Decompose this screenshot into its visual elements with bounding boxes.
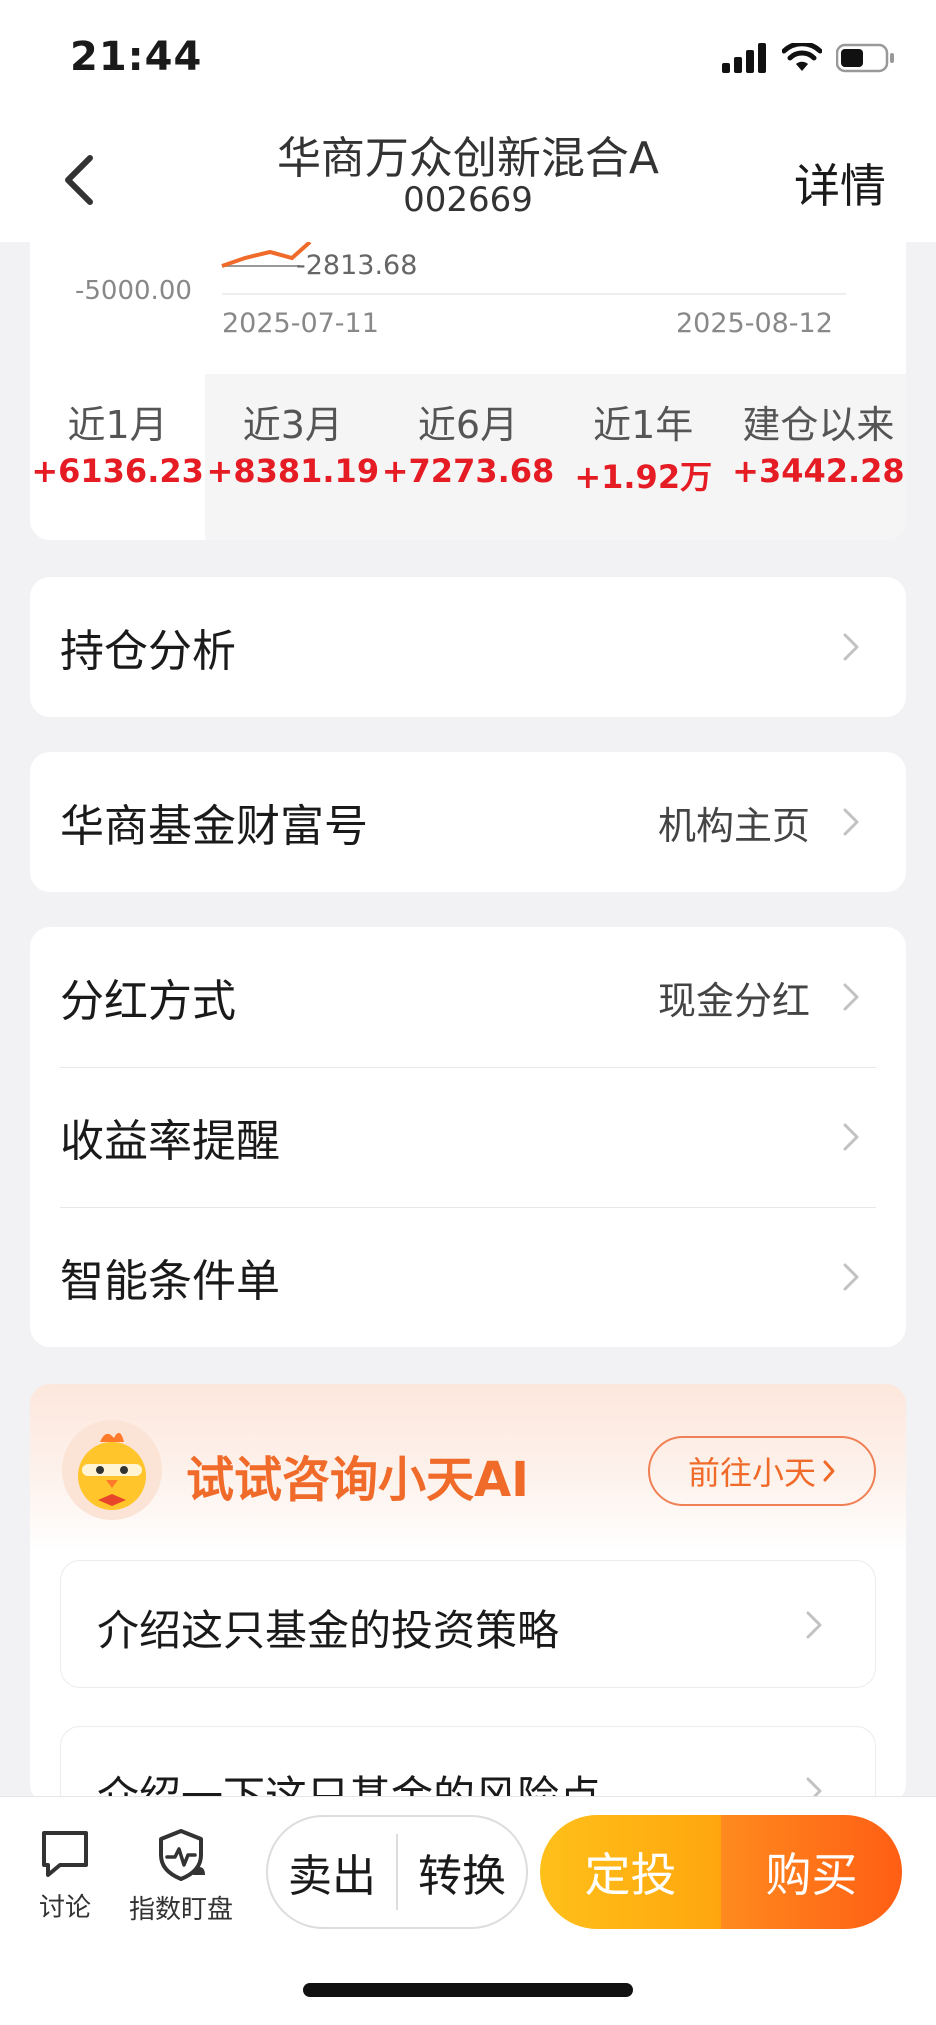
period-label: 近6月: [417, 403, 519, 447]
status-time: 21:44: [70, 34, 203, 80]
smart-order-label: 智能条件单: [60, 1256, 280, 1307]
holdings-analysis-label: 持仓分析: [60, 626, 236, 677]
status-bar: 21:44: [0, 0, 936, 110]
chick-mascot-icon: [78, 1432, 146, 1510]
x-axis-start-date: 2025-07-11: [222, 308, 379, 339]
chevron-right-icon: [843, 808, 859, 836]
period-tab-1y[interactable]: 近1年 +1.92万: [556, 374, 731, 540]
wealth-account-label: 华商基金财富号: [60, 801, 368, 852]
returns-card: -2813.68 -5000.00 2025-07-11 2025-08-12 …: [30, 242, 906, 540]
holdings-card: 持仓分析: [30, 577, 906, 717]
smart-order-row[interactable]: 智能条件单: [30, 1207, 906, 1347]
chevron-right-icon: [806, 1611, 822, 1639]
period-tab-1m[interactable]: 近1月 +6136.23: [30, 374, 206, 540]
period-label: 近3月: [242, 403, 343, 447]
ai-title: 试试咨询小天AI: [186, 1452, 530, 1508]
yield-alert-label: 收益率提醒: [60, 1116, 280, 1167]
go-to-ai-label: 前往小天: [687, 1454, 816, 1492]
x-axis-end-date: 2025-08-12: [676, 308, 833, 339]
period-value: +1.92万: [574, 458, 713, 496]
period-value: +8381.19: [206, 452, 380, 490]
chevron-right-icon: [843, 633, 859, 661]
ai-question-item[interactable]: 介绍一下这只基金的风险点: [60, 1726, 876, 1804]
period-value: +6136.23: [31, 452, 204, 490]
battery-icon: [836, 43, 894, 73]
wifi-icon: [782, 43, 822, 71]
convert-button[interactable]: 转换: [398, 1840, 526, 1904]
buy-button[interactable]: 购买: [721, 1815, 902, 1929]
discuss-button[interactable]: 讨论: [30, 1827, 100, 1924]
period-tabs: 近1月 +6136.23 近3月 +8381.19 近6月 +7273.68 近…: [30, 374, 906, 540]
ai-assistant-card: 试试咨询小天AI 前往小天 介绍这只基金的投资策略 介绍一下这只基金的风险点: [30, 1384, 906, 1804]
invest-buy-group: 定投 购买: [540, 1815, 902, 1929]
chevron-right-icon: [843, 1123, 859, 1151]
yield-alert-row[interactable]: 收益率提醒: [30, 1067, 906, 1207]
ai-question-item[interactable]: 介绍这只基金的投资策略: [60, 1560, 876, 1688]
dividend-method-row[interactable]: 分红方式 现金分红: [30, 927, 906, 1067]
dividend-method-label: 分红方式: [60, 976, 236, 1027]
nav-bar: 华商万众创新混合A 002669 详情: [0, 110, 936, 242]
chat-bubble-icon: [42, 1831, 88, 1877]
institution-homepage-link: 机构主页: [657, 803, 810, 848]
holdings-analysis-row[interactable]: 持仓分析: [30, 577, 906, 717]
shield-pulse-icon: [159, 1829, 205, 1881]
home-indicator: [303, 1983, 633, 1997]
wealth-account-row[interactable]: 华商基金财富号 机构主页: [30, 752, 906, 892]
period-label: 近1年: [593, 403, 694, 447]
chevron-right-icon: [843, 983, 859, 1011]
sell-button[interactable]: 卖出: [268, 1840, 396, 1904]
dividend-method-value: 现金分红: [657, 978, 810, 1023]
ai-mascot-avatar: [62, 1420, 162, 1520]
status-icons: [722, 40, 896, 76]
wealth-card: 华商基金财富号 机构主页: [30, 752, 906, 892]
profit-chart: -2813.68 -5000.00 2025-07-11 2025-08-12: [30, 242, 906, 372]
chevron-right-icon: [843, 1263, 859, 1291]
detail-link[interactable]: 详情: [794, 150, 886, 216]
auto-invest-button[interactable]: 定投: [540, 1815, 721, 1929]
period-tab-6m[interactable]: 近6月 +7273.68: [380, 374, 555, 540]
period-label: 建仓以来: [742, 403, 895, 447]
sell-convert-group: 卖出 转换: [266, 1815, 528, 1929]
signal-icon: [722, 43, 766, 73]
period-tab-3m[interactable]: 近3月 +8381.19: [205, 374, 380, 540]
index-watch-label: 指数盯盘: [128, 1895, 233, 1925]
chevron-right-icon: [823, 1460, 835, 1482]
go-to-ai-button[interactable]: 前往小天: [648, 1436, 876, 1506]
y-axis-label: -5000.00: [75, 276, 192, 306]
period-value: +7273.68: [381, 452, 555, 490]
ai-question-text: 介绍这只基金的投资策略: [97, 1606, 560, 1655]
period-tab-since-open[interactable]: 建仓以来 +3442.28: [731, 374, 906, 540]
chart-svg: [221, 242, 846, 295]
settings-card: 分红方式 现金分红 收益率提醒 智能条件单: [30, 927, 906, 1347]
discuss-label: 讨论: [38, 1893, 91, 1923]
period-label: 近1月: [67, 403, 168, 447]
index-watch-button[interactable]: 指数盯盘: [118, 1827, 244, 1926]
chart-point-label: -2813.68: [296, 250, 418, 281]
period-value: +3442.28: [732, 452, 905, 490]
